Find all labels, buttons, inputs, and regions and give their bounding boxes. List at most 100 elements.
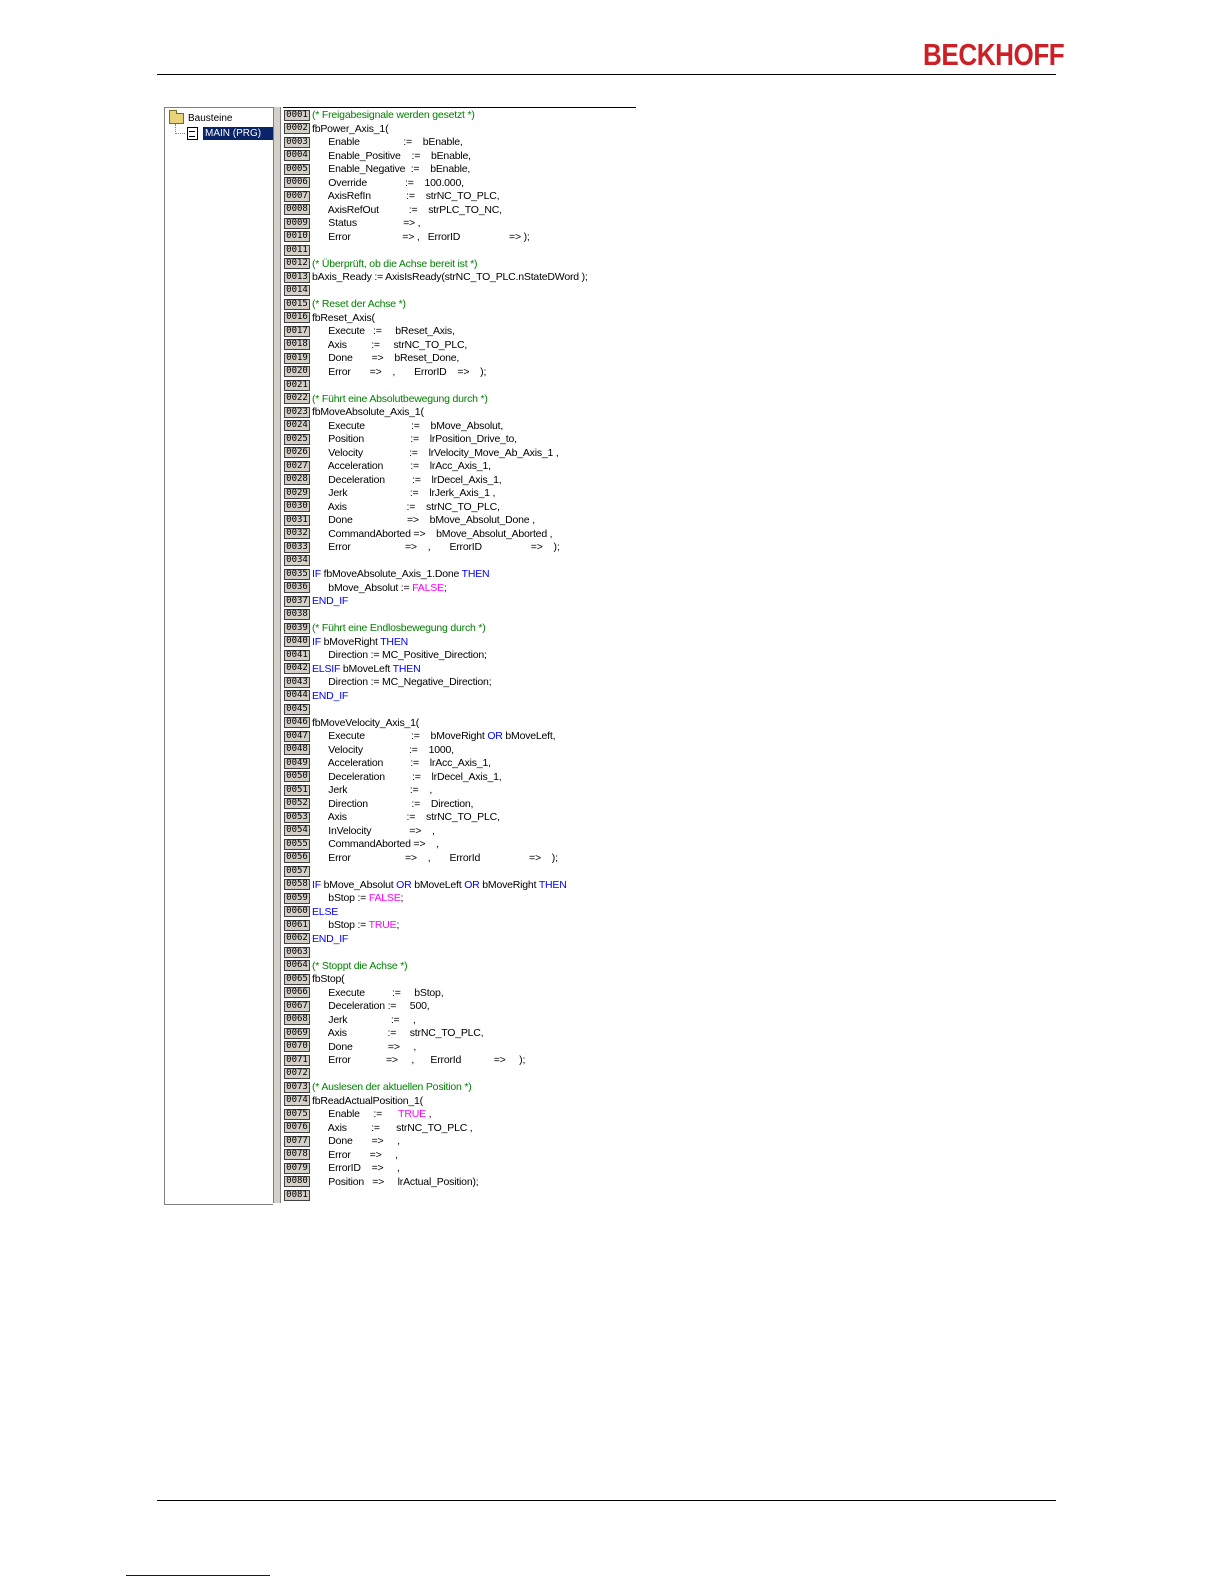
code-line[interactable]: 0002 fbPower_Axis_1( [283,123,636,137]
panel-splitter[interactable] [273,107,281,1203]
code-line[interactable]: 0004 Enable_Positive := bEnable, [283,150,636,164]
code-line[interactable]: 0041 Direction := MC_Positive_Direction; [283,649,636,663]
code-line[interactable]: 0016 fbReset_Axis( [283,312,636,326]
code-line[interactable]: 0078 Error => , [283,1149,636,1163]
code-line[interactable]: 0030 Axis := strNC_TO_PLC, [283,501,636,515]
code-line[interactable]: 0072 [283,1068,636,1082]
code-line[interactable]: 0053 Axis := strNC_TO_PLC, [283,811,636,825]
line-number: 0020 [284,366,310,377]
code-line[interactable]: 0027 Acceleration := lrAcc_Axis_1, [283,460,636,474]
code-line[interactable]: 0018 Axis := strNC_TO_PLC, [283,339,636,353]
code-line[interactable]: 0036 bMove_Absolut := FALSE; [283,582,636,596]
code-token: Error => , ErrorID => ); [312,541,560,553]
code-line[interactable]: 0032 CommandAborted => bMove_Absolut_Abo… [283,528,636,542]
code-line[interactable]: 0040 IF bMoveRight THEN [283,636,636,650]
code-line[interactable]: 0023 fbMoveAbsolute_Axis_1( [283,406,636,420]
code-text: Enable := TRUE , [312,1108,431,1122]
code-line[interactable]: 0080 Position => lrActual_Position); [283,1176,636,1190]
code-line[interactable]: 0033 Error => , ErrorID => ); [283,541,636,555]
code-line[interactable]: 0011 [283,244,636,258]
code-token: bMove_Absolut [320,878,397,891]
footer-link-underline[interactable] [126,1575,270,1576]
code-line[interactable]: 0028 Deceleration := lrDecel_Axis_1, [283,474,636,488]
code-line[interactable]: 0057 [283,865,636,879]
line-number: 0013 [284,271,310,283]
code-line[interactable]: 0051 Jerk := , [283,784,636,798]
code-line[interactable]: 0012 (* Überprüft, ob die Achse bereit is… [283,258,636,272]
code-line[interactable]: 0047 Execute := bMoveRight OR bMoveLeft, [283,730,636,744]
code-line[interactable]: 0079 ErrorID => , [283,1162,636,1176]
line-number: 0073 [284,1081,310,1093]
code-line[interactable]: 0059 bStop := FALSE; [283,892,636,906]
code-line[interactable]: 0006 Override := 100.000, [283,177,636,191]
code-line[interactable]: 0014 [283,285,636,299]
code-line[interactable]: 0007 AxisRefIn := strNC_TO_PLC, [283,190,636,204]
code-line[interactable]: 0013 bAxis_Ready := AxisIsReady(strNC_TO_… [283,271,636,285]
code-line[interactable]: 0031 Done => bMove_Absolut_Done , [283,514,636,528]
code-line[interactable]: 0042 ELSIF bMoveLeft THEN [283,663,636,677]
code-line[interactable]: 0054 InVelocity => , [283,825,636,839]
code-line[interactable]: 0019 Done => bReset_Done, [283,352,636,366]
tree-item-main-prg[interactable]: MAIN (PRG) [187,126,273,140]
code-editor[interactable]: 0001 (* Freigabesignale werden gesetzt *)… [283,107,636,1206]
code-line[interactable]: 0073 (* Auslesen der aktuellen Position *… [283,1081,636,1095]
code-line[interactable]: 0015 (* Reset der Achse *) [283,298,636,312]
code-line[interactable]: 0024 Execute := bMove_Absolut, [283,420,636,434]
code-line[interactable]: 0055 CommandAborted => , [283,838,636,852]
code-line[interactable]: 0076 Axis := strNC_TO_PLC , [283,1122,636,1136]
code-text: Execute := bMoveRight OR bMoveLeft, [312,730,555,744]
code-line[interactable]: 0044 END_IF [283,690,636,704]
code-line[interactable]: 0029 Jerk := lrJerk_Axis_1 , [283,487,636,501]
code-line[interactable]: 0074 fbReadActualPosition_1( [283,1095,636,1109]
code-line[interactable]: 0038 [283,609,636,623]
code-line[interactable]: 0061 bStop := TRUE; [283,919,636,933]
code-line[interactable]: 0070 Done => , [283,1041,636,1055]
code-line[interactable]: 0068 Jerk := , [283,1014,636,1028]
code-line[interactable]: 0045 [283,703,636,717]
code-text: fbReset_Axis( [312,312,375,326]
code-line[interactable]: 0066 Execute := bStop, [283,987,636,1001]
code-line[interactable]: 0003 Enable := bEnable, [283,136,636,150]
code-line[interactable]: 0063 [283,946,636,960]
code-line[interactable]: 0060 ELSE [283,906,636,920]
code-line[interactable]: 0005 Enable_Negative := bEnable, [283,163,636,177]
code-line[interactable]: 0050 Deceleration := lrDecel_Axis_1, [283,771,636,785]
code-line[interactable]: 0058 IF bMove_Absolut OR bMoveLeft OR bMo… [283,879,636,893]
code-line[interactable]: 0008 AxisRefOut := strPLC_TO_NC, [283,204,636,218]
code-line[interactable]: 0037 END_IF [283,595,636,609]
code-line[interactable]: 0064 (* Stoppt die Achse *) [283,960,636,974]
code-line[interactable]: 0001 (* Freigabesignale werden gesetzt *) [283,109,636,123]
code-line[interactable]: 0026 Velocity := lrVelocity_Move_Ab_Axis… [283,447,636,461]
code-line[interactable]: 0048 Velocity := 1000, [283,744,636,758]
code-line[interactable]: 0071 Error => , ErrorId => ); [283,1054,636,1068]
line-number: 0028 [284,474,310,485]
code-line[interactable]: 0065 fbStop( [283,973,636,987]
code-line[interactable]: 0025 Position := lrPosition_Drive_to, [283,433,636,447]
code-line[interactable]: 0043 Direction := MC_Negative_Direction; [283,676,636,690]
code-line[interactable]: 0017 Execute := bReset_Axis, [283,325,636,339]
code-line[interactable]: 0075 Enable := TRUE , [283,1108,636,1122]
code-line[interactable]: 0062 END_IF [283,933,636,947]
code-line[interactable]: 0052 Direction := Direction, [283,798,636,812]
code-line[interactable]: 0034 [283,555,636,569]
code-text: Enable_Positive := bEnable, [312,150,471,164]
code-line[interactable]: 0022 (* Führt eine Absolutbewegung durch … [283,393,636,407]
code-line[interactable]: 0021 [283,379,636,393]
code-line[interactable]: 0046 fbMoveVelocity_Axis_1( [283,717,636,731]
code-line[interactable]: 0039 (* Führt eine Endlosbewegung durch *… [283,622,636,636]
code-token: Execute := bMove_Absolut, [312,419,504,432]
code-line[interactable]: 0067 Deceleration := 500, [283,1000,636,1014]
code-line[interactable]: 0020 Error => , ErrorID => ); [283,366,636,380]
code-line[interactable]: 0009 Status => , [283,217,636,231]
code-line[interactable]: 0077 Done => , [283,1135,636,1149]
code-line[interactable]: 0010 Error => , ErrorID => ); [283,231,636,245]
tree-root-bausteine[interactable]: Bausteine [169,109,232,125]
code-line[interactable]: 0081 [283,1189,636,1203]
code-token: Acceleration := lrAcc_Axis_1, [312,460,491,472]
code-text: Error => , ErrorId => ); [312,852,558,866]
code-line[interactable]: 0035 IF fbMoveAbsolute_Axis_1.Done THEN [283,568,636,582]
code-line[interactable]: 0056 Error => , ErrorId => ); [283,852,636,866]
code-line[interactable]: 0069 Axis := strNC_TO_PLC, [283,1027,636,1041]
code-line[interactable]: 0049 Acceleration := lrAcc_Axis_1, [283,757,636,771]
code-text: END_IF [312,933,348,947]
